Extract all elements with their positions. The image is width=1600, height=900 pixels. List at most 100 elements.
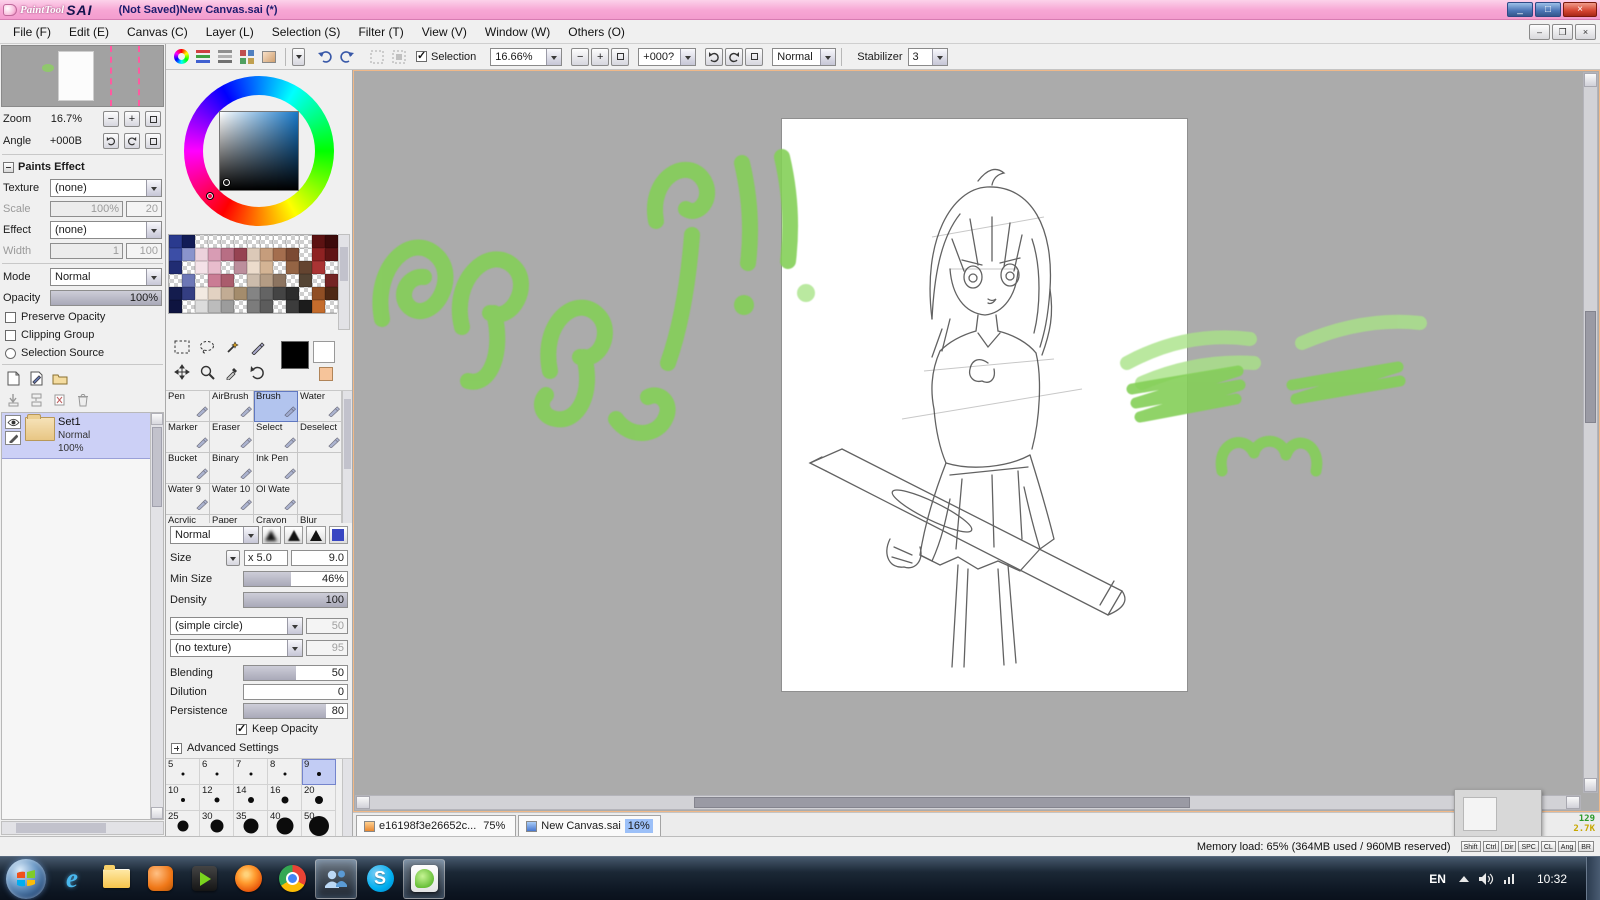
canvas-viewport[interactable] [353,70,1600,812]
brush-size-cell[interactable]: 40 [268,811,302,836]
advanced-settings-row[interactable]: Advanced Settings [166,738,352,758]
swatch-cell[interactable] [208,235,221,248]
sv-cursor[interactable] [223,179,230,186]
scale-slider[interactable]: 100% [50,201,123,217]
brush-cell[interactable]: Water 9 [166,484,210,515]
swatch-cell[interactable] [286,235,299,248]
foreground-color-chip[interactable] [281,341,309,369]
swatch-cell[interactable] [299,261,312,274]
density-slider[interactable]: 100 [243,592,348,608]
brush-cell[interactable]: Acrylic [166,515,210,523]
swatch-cell[interactable] [195,300,208,313]
scratchpad-panel-button[interactable] [259,47,279,67]
brush-size-cell[interactable]: 10 [166,785,200,811]
rect-select-tool[interactable] [170,335,194,359]
brush-shape-num[interactable]: 50 [306,618,348,634]
swatch-cell[interactable] [260,300,273,313]
layer-mode-dropdown-icon[interactable] [146,269,161,285]
brush-size-cell[interactable]: 50 [302,811,336,836]
brush-cell[interactable]: Eraser [210,422,254,453]
swatch-cell[interactable] [325,248,338,261]
swatch-cell[interactable] [234,274,247,287]
nav-zoom-in-button[interactable]: + [124,111,140,127]
new-layer-set-button[interactable] [50,369,69,387]
zoom-combobox[interactable]: 16.66% [490,47,563,66]
brush-texture-num[interactable]: 95 [306,640,348,656]
navigator-preview[interactable] [1,45,164,107]
swatch-cell[interactable] [195,287,208,300]
menu-item[interactable]: View (V) [413,22,476,42]
swatch-cell[interactable] [208,300,221,313]
swatch-cell[interactable] [286,261,299,274]
swatch-cell[interactable] [221,300,234,313]
swatch-cell[interactable] [195,274,208,287]
expand-icon[interactable] [171,742,182,754]
brush-blend-dropdown-icon[interactable] [242,527,258,543]
swatch-cell[interactable] [312,287,325,300]
language-indicator[interactable]: EN [1425,870,1450,888]
scrollbar-thumb[interactable] [16,823,106,833]
brush-grid-scrollbar[interactable] [342,391,352,523]
background-color-chip[interactable] [313,341,335,363]
lasso-tool[interactable] [195,335,219,359]
menu-item[interactable]: Edit (E) [60,22,118,42]
paints-effect-header[interactable]: Paints Effect [0,157,165,177]
invert-selection-button[interactable] [389,47,409,67]
swatch-cell[interactable] [325,287,338,300]
taskbar-icon-media-play[interactable] [183,859,225,899]
brush-cell[interactable]: Marker [166,422,210,453]
swatch-cell[interactable] [234,235,247,248]
brush-blend-combobox[interactable]: Normal [170,526,259,544]
brush-tip-soft-button[interactable] [261,526,281,544]
swatch-cell[interactable] [325,274,338,287]
nav-angle-reset-button[interactable] [145,133,161,149]
swatch-cell[interactable] [273,300,286,313]
menu-item[interactable]: File (F) [4,22,60,42]
taskbar-icon-file-explorer[interactable] [95,859,137,899]
menu-item[interactable]: Selection (S) [263,22,350,42]
layer-option[interactable]: Selection Source [0,344,165,362]
effect-dropdown-icon[interactable] [146,222,161,238]
swatch-cell[interactable] [273,274,286,287]
swatch-cell[interactable] [169,274,182,287]
maximize-button[interactable]: □ [1535,2,1561,17]
swatch-cell[interactable] [221,261,234,274]
swatch-cell[interactable] [299,274,312,287]
stabilizer-combobox[interactable]: 3 [907,47,948,66]
swatch-cell[interactable] [234,248,247,261]
effect-combobox[interactable]: (none) [50,221,162,239]
brush-cell[interactable]: Bucket [166,453,210,484]
swatch-cell[interactable] [273,261,286,274]
swatch-cell[interactable] [273,287,286,300]
swatch-cell[interactable] [286,248,299,261]
rotate-cw-button[interactable] [725,47,744,66]
swatch-cell[interactable] [273,235,286,248]
swatch-cell[interactable] [208,248,221,261]
swatch-panel-button[interactable] [237,47,257,67]
swatch-cell[interactable] [208,274,221,287]
new-linework-layer-button[interactable] [27,369,46,387]
magic-wand-tool[interactable] [220,335,244,359]
deselect-button[interactable] [367,47,387,67]
swatch-cell[interactable] [195,248,208,261]
brush-size-cell[interactable]: 25 [166,811,200,836]
swatch-cell[interactable] [247,261,260,274]
delete-layer-button[interactable] [73,391,92,409]
brush-size-cell[interactable]: 6 [200,759,234,785]
hidden-icons-button[interactable] [1458,875,1469,882]
layer-list-scrollbar[interactable] [150,413,163,819]
taskbar-icon-people-messenger[interactable] [315,858,357,899]
selection-toggle[interactable]: Selection [416,49,476,63]
zoom-reset-button[interactable] [611,47,630,66]
mdi-close-button[interactable]: × [1575,23,1596,40]
brush-cell[interactable]: Crayon [254,515,298,523]
swatch-cell[interactable] [221,287,234,300]
swatch-cell[interactable] [208,287,221,300]
angle-dropdown-icon[interactable] [680,48,696,65]
brush-size-cell[interactable]: 16 [268,785,302,811]
swatch-cell[interactable] [247,235,260,248]
swatch-cell[interactable] [182,287,195,300]
scale-numbox[interactable]: 20 [126,201,162,217]
swatch-cell[interactable] [312,261,325,274]
width-numbox[interactable]: 100 [126,243,162,259]
